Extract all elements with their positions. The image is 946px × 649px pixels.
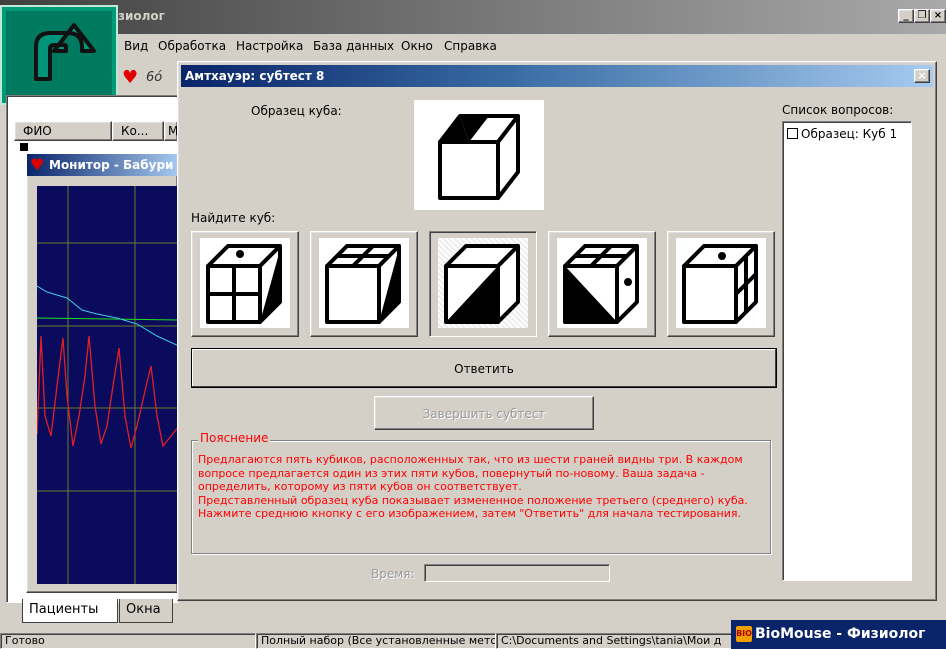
monitor-signal-plot bbox=[36, 186, 180, 584]
brand-badge: BIO BioMouse - Физиолог bbox=[731, 620, 946, 649]
cube-option-2[interactable] bbox=[310, 231, 418, 337]
sample-label: Образец куба: bbox=[251, 104, 342, 118]
menu-help[interactable]: Справка bbox=[444, 39, 497, 53]
biomouse-logo-icon: BIO bbox=[736, 626, 752, 642]
menu-settings[interactable]: Настройка bbox=[236, 39, 303, 53]
cube-option-4-image bbox=[557, 238, 647, 328]
dialog-title: Амтхауэр: субтест 8 bbox=[185, 69, 325, 83]
row-marker bbox=[20, 143, 28, 151]
glasses-icon[interactable]: 6ó bbox=[146, 70, 162, 85]
cube-option-5-image bbox=[676, 238, 766, 328]
time-field bbox=[424, 564, 610, 582]
menu-bar: Вид Обработка Настройка База данных Окно… bbox=[0, 34, 946, 58]
column-header-m[interactable]: М bbox=[164, 121, 178, 141]
cube-option-3[interactable] bbox=[429, 231, 537, 337]
question-checkbox[interactable] bbox=[787, 128, 798, 139]
questions-list-label: Список вопросов: bbox=[782, 103, 894, 117]
questions-list[interactable]: Образец: Куб 1 bbox=[782, 121, 912, 581]
menu-view[interactable]: Вид bbox=[124, 39, 148, 53]
explanation-groupbox: Предлагаются пять кубиков, расположенных… bbox=[191, 440, 771, 554]
cube-option-5[interactable] bbox=[667, 231, 775, 337]
main-window-title: зиолог bbox=[118, 9, 165, 23]
question-item-label: Образец: Куб 1 bbox=[801, 127, 898, 141]
monitor-window[interactable]: ♥ Монитор - Бабури bbox=[26, 153, 180, 593]
menu-database[interactable]: База данных bbox=[313, 39, 394, 53]
dialog-close-button[interactable]: × bbox=[914, 69, 930, 83]
explanation-legend: Пояснение bbox=[198, 431, 271, 445]
monitor-title: Монитор - Бабури bbox=[49, 158, 174, 172]
status-path: C:\Documents and Settings\tania\Мои д bbox=[496, 633, 736, 649]
main-window-titlebar: зиолог _ ❐ × bbox=[0, 0, 946, 34]
background-window-edge bbox=[937, 150, 946, 168]
monitor-titlebar[interactable]: ♥ Монитор - Бабури bbox=[27, 154, 179, 176]
heart-icon[interactable]: ♥ bbox=[122, 67, 138, 88]
status-ready: Готово bbox=[0, 633, 256, 649]
toolbar: ♥ 6ó bbox=[118, 62, 180, 94]
find-label: Найдите куб: bbox=[191, 211, 276, 225]
maximize-button[interactable]: ❐ bbox=[914, 9, 930, 23]
menu-processing[interactable]: Обработка bbox=[158, 39, 226, 53]
cube-option-1-image bbox=[200, 238, 290, 328]
status-set: Полный набор (Все установленные метс bbox=[256, 633, 496, 649]
heart-icon: ♥ bbox=[30, 155, 45, 174]
tab-patients[interactable]: Пациенты bbox=[22, 599, 118, 623]
cube-option-3-image bbox=[438, 238, 528, 328]
patients-table-header: ФИО Ко... М bbox=[14, 121, 178, 141]
column-header-ko[interactable]: Ко... bbox=[112, 121, 164, 141]
cube-option-2-image bbox=[319, 238, 409, 328]
minimize-button[interactable]: _ bbox=[898, 9, 914, 23]
cube-option-1[interactable] bbox=[191, 231, 299, 337]
sample-cube-image bbox=[414, 100, 544, 210]
question-item[interactable]: Образец: Куб 1 bbox=[787, 127, 897, 141]
back-arrow-icon[interactable] bbox=[0, 5, 118, 105]
subtest-dialog: Амтхауэр: субтест 8 × Образец куба: Найд… bbox=[177, 61, 937, 601]
menu-window[interactable]: Окно bbox=[401, 39, 433, 53]
tab-windows[interactable]: Окна bbox=[119, 599, 173, 623]
finish-subtest-button[interactable]: Завершить субтест bbox=[374, 396, 594, 430]
answer-button[interactable]: Ответить bbox=[191, 348, 777, 388]
column-header-name[interactable]: ФИО bbox=[14, 121, 112, 141]
time-label: Время: bbox=[371, 567, 415, 581]
dialog-titlebar[interactable]: Амтхауэр: субтест 8 × bbox=[181, 65, 933, 87]
brand-text: BioMouse - Физиолог bbox=[755, 626, 926, 642]
cube-option-4[interactable] bbox=[548, 231, 656, 337]
close-button[interactable]: × bbox=[930, 9, 946, 23]
explanation-text: Предлагаются пять кубиков, расположенных… bbox=[198, 453, 748, 520]
